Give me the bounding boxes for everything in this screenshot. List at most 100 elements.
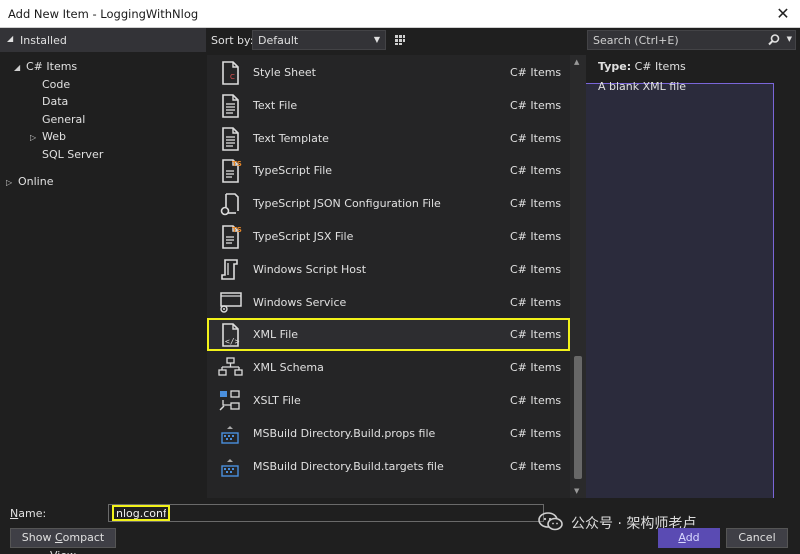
- template-row[interactable]: XSLT File C# Items: [207, 384, 570, 417]
- template-name: Windows Service: [253, 295, 347, 309]
- template-row[interactable]: Windows Script Host C# Items: [207, 253, 570, 286]
- expand-arrow-icon[interactable]: ▷: [6, 175, 18, 191]
- scroll-down-icon[interactable]: ▼: [574, 487, 579, 495]
- search-options-chevron-icon[interactable]: ▼: [787, 35, 792, 43]
- template-category: C# Items: [510, 197, 562, 211]
- template-row[interactable]: Windows Service C# Items: [207, 286, 570, 319]
- show-compact-view-button[interactable]: Show Compact View: [10, 528, 116, 554]
- name-input[interactable]: [112, 505, 170, 521]
- template-row[interactable]: XML Schema C# Items: [207, 351, 570, 384]
- template-row[interactable]: MSBuild Directory.Build.props file C# Ite…: [207, 417, 570, 450]
- sort-by-value: Default: [258, 34, 299, 47]
- typescript-file-icon: TS: [217, 158, 243, 184]
- template-row[interactable]: TS TypeScript File C# Items: [207, 154, 570, 187]
- grid-view-button[interactable]: [390, 30, 410, 50]
- expand-arrow-icon[interactable]: ▷: [30, 130, 42, 146]
- list-scrollbar[interactable]: ▲ ▼: [570, 55, 586, 498]
- template-category: C# Items: [510, 131, 562, 145]
- tree-item-label: Code: [42, 77, 71, 91]
- window-title: Add New Item - LoggingWithNlog: [8, 7, 199, 21]
- svg-text:TS: TS: [232, 226, 242, 234]
- search-box[interactable]: Search (Ctrl+E) ▼: [587, 30, 796, 50]
- text-file-icon: [217, 93, 243, 119]
- close-icon[interactable]: ✕: [772, 3, 794, 25]
- cancel-button[interactable]: Cancel: [726, 528, 788, 548]
- wechat-logo-icon: [538, 512, 563, 531]
- tree-item[interactable]: ▷ Web: [30, 129, 66, 145]
- search-placeholder: Search (Ctrl+E): [593, 34, 679, 47]
- template-name: Text File: [253, 98, 298, 112]
- item-details: Type: C# Items A blank XML file: [598, 61, 686, 101]
- title-bar: Add New Item - LoggingWithNlog ✕: [0, 0, 800, 28]
- template-category: C# Items: [510, 394, 562, 407]
- template-row[interactable]: C Style Sheet C# Items: [207, 56, 570, 89]
- typescript-jsx-icon: TS: [217, 224, 243, 250]
- template-category: C# Items: [510, 426, 562, 440]
- tree-item-label: C# Items: [26, 60, 78, 73]
- bottom-bar: Name: Show Compact View 公众号 · 架构师老卢 Add …: [0, 498, 800, 554]
- tree-item[interactable]: SQL Server: [30, 147, 103, 163]
- tree-item-label: Online: [18, 175, 54, 188]
- template-category: C# Items: [510, 98, 562, 112]
- json-config-icon: [217, 191, 243, 217]
- template-category: C# Items: [510, 262, 562, 276]
- add-label-mnemonic: A: [678, 531, 686, 544]
- template-category: C# Items: [510, 66, 562, 79]
- template-row[interactable]: TypeScript JSON Configuration File C# Ite…: [207, 187, 570, 220]
- type-value: C# Items: [634, 60, 686, 73]
- template-category: C# Items: [510, 295, 562, 309]
- xml-file-icon: </>: [217, 322, 243, 348]
- name-label: Name:: [10, 507, 46, 520]
- template-category: C# Items: [510, 328, 562, 342]
- installed-label: Installed: [20, 34, 67, 47]
- list-toolbar: Sort by: Default ▼: [206, 28, 774, 526]
- compact-label-mnemonic: C: [54, 531, 63, 544]
- xml-schema-icon: [217, 355, 243, 381]
- template-category: C# Items: [510, 459, 562, 473]
- installed-header[interactable]: ◢ Installed: [0, 28, 206, 52]
- template-name: MSBuild Directory.Build.props file: [253, 426, 436, 440]
- collapse-arrow-icon[interactable]: ◢: [7, 34, 13, 43]
- windows-service-icon: [217, 290, 243, 316]
- tree-item[interactable]: ◢ C# Items: [14, 59, 77, 75]
- template-list: C Style Sheet C# Items Text File C# Items Tex…: [207, 55, 570, 498]
- template-row[interactable]: TS TypeScript JSX File C# Items: [207, 220, 570, 253]
- tree-item[interactable]: Data: [30, 94, 68, 110]
- name-field[interactable]: [108, 504, 544, 522]
- tree-item-label: Data: [42, 95, 69, 108]
- chevron-down-icon: ▼: [373, 35, 380, 44]
- scrollbar-thumb[interactable]: [574, 356, 582, 479]
- add-label-rest: dd: [685, 531, 700, 544]
- add-button[interactable]: Add: [658, 528, 720, 548]
- msbuild-props-icon: [217, 421, 243, 447]
- svg-text:C: C: [230, 73, 235, 81]
- css-file-icon: C: [217, 60, 243, 86]
- name-label-rest: ame:: [18, 507, 47, 520]
- template-name: Windows Script Host: [253, 262, 367, 276]
- template-name: XSLT File: [253, 394, 301, 407]
- template-row[interactable]: </> XML File C# Items: [207, 318, 570, 352]
- template-name: MSBuild Directory.Build.targets file: [253, 459, 444, 473]
- compact-label-pre: Show: [21, 531, 55, 544]
- template-name: XML Schema: [253, 361, 324, 375]
- template-row[interactable]: MSBuild Directory.Build.targets file C# I…: [207, 450, 570, 483]
- grid-view-icon: [395, 35, 405, 45]
- tree-item-label: SQL Server: [42, 147, 104, 161]
- text-template-icon: [217, 126, 243, 152]
- template-category: C# Items: [510, 230, 562, 243]
- tree-item[interactable]: Code: [30, 77, 70, 93]
- template-category: C# Items: [510, 361, 562, 375]
- template-name: Style Sheet: [253, 66, 316, 79]
- template-row[interactable]: Text Template C# Items: [207, 122, 570, 155]
- tree-item-label: General: [42, 112, 86, 126]
- scroll-up-icon[interactable]: ▲: [574, 58, 579, 66]
- tree-item-online[interactable]: ▷ Online: [6, 174, 53, 190]
- item-description: A blank XML file: [598, 80, 687, 93]
- expand-arrow-icon[interactable]: ◢: [14, 60, 26, 76]
- tree-item[interactable]: General: [30, 112, 85, 128]
- svg-text:TS: TS: [232, 160, 242, 168]
- sort-by-dropdown[interactable]: Default ▼: [252, 30, 386, 50]
- template-row[interactable]: Text File C# Items: [207, 89, 570, 122]
- msbuild-targets-icon: [217, 454, 243, 480]
- search-icon[interactable]: [767, 33, 781, 47]
